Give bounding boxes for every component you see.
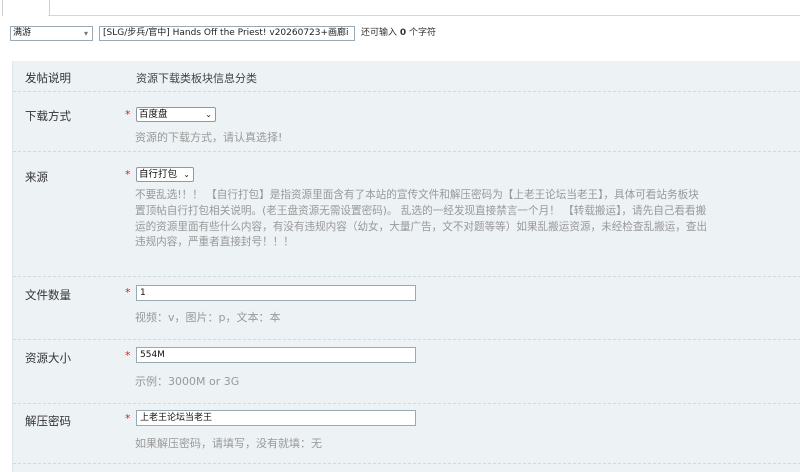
source-row: 来源 * 自行打包 ⌄ 不要乱选!！！ 【自行打包】是指资源里面含有了本站的宣传… <box>13 151 800 277</box>
password-input[interactable]: 上老王论坛当老王 <box>136 410 416 426</box>
source-hint-line: 不要乱选!！！ 【自行打包】是指资源里面含有了本站的宣传文件和解压密码为【上老王… <box>135 189 699 201</box>
chevron-down-icon: ⌄ <box>183 170 190 179</box>
file-count-row: 文件数量 * 1 视频：v，图片：p，文本：本 <box>13 276 800 340</box>
download-method-label: 下载方式 <box>25 109 71 123</box>
download-method-hint: 资源的下载方式，请认真选择! <box>135 131 283 144</box>
file-count-input[interactable]: 1 <box>136 285 416 301</box>
size-label: 资源大小 <box>25 351 71 365</box>
file-count-value: 1 <box>140 288 146 298</box>
file-count-hint: 视频：v，图片：p，文本：本 <box>135 311 281 324</box>
tab-active[interactable] <box>2 0 50 16</box>
size-row: 资源大小 * 554M 示例：3000M or 3G <box>13 339 800 404</box>
tab-underline <box>48 15 800 16</box>
size-input[interactable]: 554M <box>136 347 416 363</box>
password-row: 解压密码 * 上老王论坛当老王 如果解压密码，请填写，没有就填：无 <box>13 403 800 464</box>
form-header-label: 发帖说明 <box>25 71 71 85</box>
source-hint: 不要乱选!！！ 【自行打包】是指资源里面含有了本站的宣传文件和解压密码为【上老王… <box>135 188 800 251</box>
password-label: 解压密码 <box>25 414 71 428</box>
source-select[interactable]: 自行打包 ⌄ <box>136 167 194 182</box>
required-mark: * <box>125 349 131 362</box>
source-label: 来源 <box>25 170 48 184</box>
resource-info-form: 发帖说明 资源下载类板块信息分类 下载方式 * 百度盘 ⌄ 资源的下载方式，请认… <box>12 61 800 472</box>
password-value: 上老王论坛当老王 <box>140 413 213 423</box>
thread-title-value: [SLG/步兵/官中] Hands Off the Priest! v20260… <box>103 28 349 38</box>
size-value: 554M <box>140 350 165 360</box>
char-remaining-text: 还可输入 0 个字符 <box>361 28 437 38</box>
title-row: 满游 ▾ [SLG/步兵/官中] Hands Off the Priest! v… <box>0 20 800 46</box>
chevron-down-icon: ⌄ <box>205 110 212 119</box>
category-select-value: 满游 <box>13 28 32 38</box>
download-method-select[interactable]: 百度盘 ⌄ <box>136 107 216 122</box>
source-value: 自行打包 <box>139 169 178 180</box>
source-hint-line: 运的资源里面有些什么内容，有没有违规内容（幼女，大量广告，文不对题等等）如果乱搬… <box>135 220 708 233</box>
required-mark: * <box>125 412 131 425</box>
thread-title-input[interactable]: [SLG/步兵/官中] Hands Off the Priest! v20260… <box>99 26 355 41</box>
source-hint-line: 违规内容，严重者直接封号！！！ <box>135 236 294 249</box>
form-header-row: 发帖说明 资源下载类板块信息分类 <box>13 61 800 92</box>
download-method-value: 百度盘 <box>139 109 168 120</box>
top-tab-bar <box>0 0 800 16</box>
file-count-label: 文件数量 <box>25 288 71 302</box>
form-header-description: 资源下载类板块信息分类 <box>136 72 257 85</box>
download-method-row: 下载方式 * 百度盘 ⌄ 资源的下载方式，请认真选择! <box>13 91 800 152</box>
source-hint-line: 置顶帖自行打包相关说明。(老王盘资源无需设置密码)。 乱选的一经发现直接禁言一个… <box>135 204 707 217</box>
required-mark: * <box>125 286 131 299</box>
size-hint: 示例：3000M or 3G <box>135 375 240 388</box>
category-select[interactable]: 满游 ▾ <box>10 26 93 41</box>
required-mark: * <box>125 108 131 121</box>
password-hint: 如果解压密码，请填写，没有就填：无 <box>135 437 322 450</box>
required-mark: * <box>125 168 131 181</box>
chevron-down-icon: ▾ <box>83 29 88 38</box>
